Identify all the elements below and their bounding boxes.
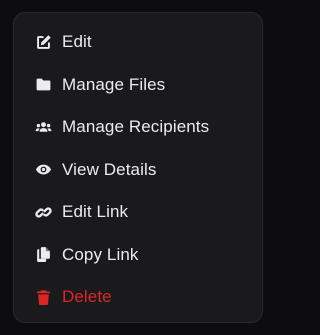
pencil-square-icon: [34, 33, 52, 51]
menu-item-label: View Details: [62, 159, 157, 179]
menu-item-edit-link[interactable]: Edit Link: [14, 191, 262, 234]
menu-item-edit[interactable]: Edit: [14, 21, 262, 64]
folder-icon: [34, 76, 52, 94]
menu-item-label: Edit Link: [62, 202, 129, 222]
menu-item-manage-files[interactable]: Manage Files: [14, 64, 262, 107]
menu-item-label: Copy Link: [62, 244, 139, 264]
menu-item-delete[interactable]: Delete: [14, 276, 262, 319]
users-icon: [34, 118, 52, 136]
trash-icon: [34, 288, 52, 306]
menu-item-view-details[interactable]: View Details: [14, 149, 262, 192]
eye-icon: [34, 161, 52, 179]
menu-item-label: Edit: [62, 32, 92, 52]
context-menu: Edit Manage Files Manage Recipients View…: [13, 12, 263, 323]
menu-item-label: Manage Files: [62, 74, 166, 94]
link-icon: [34, 203, 52, 221]
menu-item-label: Manage Recipients: [62, 117, 210, 137]
menu-item-label: Delete: [62, 287, 112, 307]
menu-item-copy-link[interactable]: Copy Link: [14, 234, 262, 277]
menu-item-manage-recipients[interactable]: Manage Recipients: [14, 106, 262, 149]
copy-icon: [34, 246, 52, 264]
